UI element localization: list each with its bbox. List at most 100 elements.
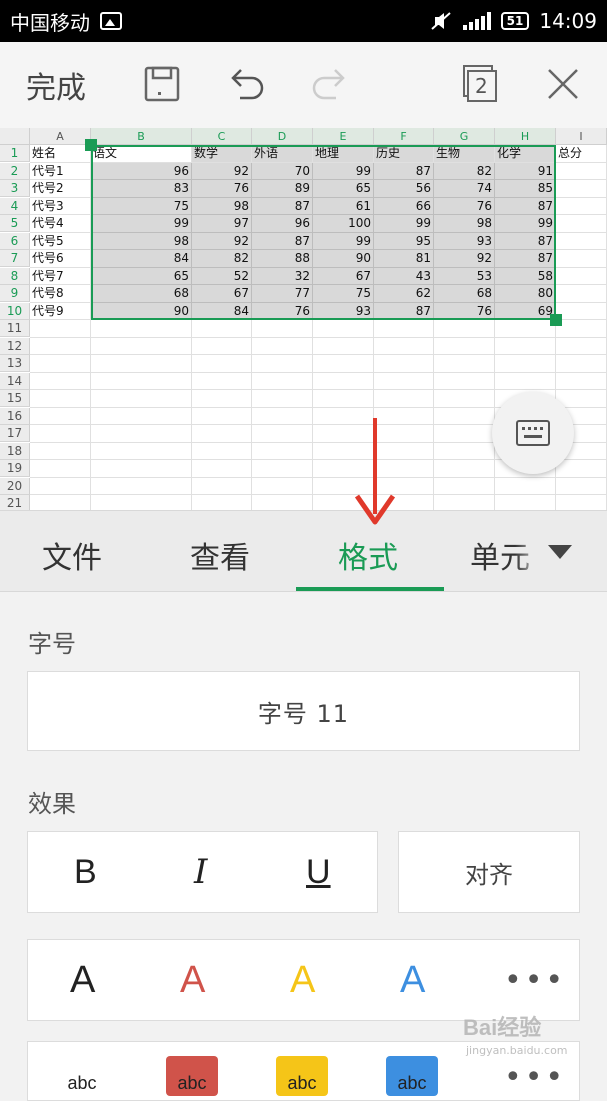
cell-B2[interactable]: 96 xyxy=(91,162,192,180)
cell-C3[interactable]: 76 xyxy=(192,180,252,198)
cell-C18[interactable] xyxy=(192,442,252,460)
cell-D20[interactable] xyxy=(252,477,313,495)
more-font-colors-button[interactable]: ••• xyxy=(504,963,566,998)
tab-file[interactable]: 文件 xyxy=(42,533,102,577)
highlight-red[interactable]: abc xyxy=(166,1056,218,1096)
selection-start-handle[interactable] xyxy=(85,139,97,151)
column-header-F[interactable]: F xyxy=(374,128,434,145)
redo-icon[interactable] xyxy=(310,64,350,104)
cell-A17[interactable] xyxy=(30,425,91,443)
column-header-B[interactable]: B xyxy=(91,128,192,145)
cell-D21[interactable] xyxy=(252,495,313,510)
cell-A2[interactable]: 代号1 xyxy=(30,162,91,180)
cell-C12[interactable] xyxy=(192,337,252,355)
cell-D13[interactable] xyxy=(252,355,313,373)
cell-D16[interactable] xyxy=(252,407,313,425)
cell-G14[interactable] xyxy=(434,372,495,390)
cell-C9[interactable]: 67 xyxy=(192,285,252,303)
cell-A18[interactable] xyxy=(30,442,91,460)
cell-E12[interactable] xyxy=(313,337,374,355)
cell-D10[interactable]: 76 xyxy=(252,302,313,320)
keyboard-toggle-button[interactable] xyxy=(492,392,574,474)
cell-D17[interactable] xyxy=(252,425,313,443)
cell-F11[interactable] xyxy=(374,320,434,338)
cell-B13[interactable] xyxy=(91,355,192,373)
cell-G18[interactable] xyxy=(434,442,495,460)
column-header-G[interactable]: G xyxy=(434,128,495,145)
cell-H3[interactable]: 85 xyxy=(495,180,556,198)
cell-D2[interactable]: 70 xyxy=(252,162,313,180)
cell-E15[interactable] xyxy=(313,390,374,408)
cell-F9[interactable]: 62 xyxy=(374,285,434,303)
cell-B18[interactable] xyxy=(91,442,192,460)
page-switch-button[interactable]: 2 xyxy=(460,64,500,104)
undo-icon[interactable] xyxy=(226,64,266,104)
cell-F15[interactable] xyxy=(374,390,434,408)
cell-H8[interactable]: 58 xyxy=(495,267,556,285)
cell-A1[interactable]: 姓名 xyxy=(30,145,91,163)
cell-H21[interactable] xyxy=(495,495,556,510)
cell-H12[interactable] xyxy=(495,337,556,355)
cell-B6[interactable]: 98 xyxy=(91,232,192,250)
cell-B9[interactable]: 68 xyxy=(91,285,192,303)
cell-F3[interactable]: 56 xyxy=(374,180,434,198)
cell-I20[interactable] xyxy=(556,477,607,495)
highlight-blue[interactable]: abc xyxy=(386,1056,438,1096)
cell-G8[interactable]: 53 xyxy=(434,267,495,285)
cell-F4[interactable]: 66 xyxy=(374,197,434,215)
save-icon[interactable] xyxy=(142,64,182,104)
cell-C17[interactable] xyxy=(192,425,252,443)
row-header-21[interactable]: 21 xyxy=(0,495,30,510)
cell-E9[interactable]: 75 xyxy=(313,285,374,303)
cell-C8[interactable]: 52 xyxy=(192,267,252,285)
cell-D5[interactable]: 96 xyxy=(252,215,313,233)
cell-H11[interactable] xyxy=(495,320,556,338)
cell-G2[interactable]: 82 xyxy=(434,162,495,180)
cell-E1[interactable]: 地理 xyxy=(313,145,374,163)
cell-C13[interactable] xyxy=(192,355,252,373)
cell-G4[interactable]: 76 xyxy=(434,197,495,215)
bold-button[interactable]: B xyxy=(74,853,97,892)
cell-H5[interactable]: 99 xyxy=(495,215,556,233)
cell-I4[interactable] xyxy=(556,197,607,215)
row-header-20[interactable]: 20 xyxy=(0,477,30,495)
cell-B15[interactable] xyxy=(91,390,192,408)
row-header-16[interactable]: 16 xyxy=(0,407,30,425)
cell-I14[interactable] xyxy=(556,372,607,390)
cell-D7[interactable]: 88 xyxy=(252,250,313,268)
cell-A14[interactable] xyxy=(30,372,91,390)
cell-D11[interactable] xyxy=(252,320,313,338)
cell-D8[interactable]: 32 xyxy=(252,267,313,285)
row-header-19[interactable]: 19 xyxy=(0,460,30,477)
row-header-3[interactable]: 3 xyxy=(0,180,30,197)
cell-E14[interactable] xyxy=(313,372,374,390)
cell-F10[interactable]: 87 xyxy=(374,302,434,320)
cell-B4[interactable]: 75 xyxy=(91,197,192,215)
cell-G19[interactable] xyxy=(434,460,495,478)
font-color-yellow[interactable]: A xyxy=(290,959,315,1002)
cell-C15[interactable] xyxy=(192,390,252,408)
cell-I21[interactable] xyxy=(556,495,607,510)
cell-E7[interactable]: 90 xyxy=(313,250,374,268)
cell-B16[interactable] xyxy=(91,407,192,425)
font-color-black[interactable]: A xyxy=(70,959,95,1002)
cell-E5[interactable]: 100 xyxy=(313,215,374,233)
cell-C11[interactable] xyxy=(192,320,252,338)
cell-H10[interactable]: 69 xyxy=(495,302,556,320)
underline-button[interactable]: U xyxy=(306,853,331,892)
cell-B17[interactable] xyxy=(91,425,192,443)
cell-D12[interactable] xyxy=(252,337,313,355)
cell-A3[interactable]: 代号2 xyxy=(30,180,91,198)
cell-I2[interactable] xyxy=(556,162,607,180)
align-button[interactable]: 对齐 xyxy=(398,831,580,913)
cell-A10[interactable]: 代号9 xyxy=(30,302,91,320)
row-header-14[interactable]: 14 xyxy=(0,372,30,390)
cell-F8[interactable]: 43 xyxy=(374,267,434,285)
cell-D9[interactable]: 77 xyxy=(252,285,313,303)
cell-B19[interactable] xyxy=(91,460,192,478)
cell-D18[interactable] xyxy=(252,442,313,460)
row-header-13[interactable]: 13 xyxy=(0,355,30,372)
cell-I6[interactable] xyxy=(556,232,607,250)
cell-D1[interactable]: 外语 xyxy=(252,145,313,163)
cell-B21[interactable] xyxy=(91,495,192,510)
